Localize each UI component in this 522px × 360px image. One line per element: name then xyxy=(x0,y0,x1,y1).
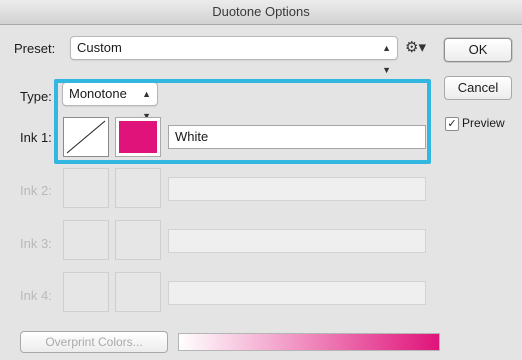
ink-4-color-box xyxy=(115,272,161,312)
gear-icon[interactable]: ⚙▾ xyxy=(405,38,426,56)
type-label: Type: xyxy=(20,89,52,104)
ink-2-name-field xyxy=(168,177,426,201)
ink-2-label: Ink 2: xyxy=(20,183,52,198)
ink-3-curve-box xyxy=(63,220,109,260)
ink-4-name-field xyxy=(168,281,426,305)
preset-label: Preset: xyxy=(14,41,56,56)
ink-1-label: Ink 1: xyxy=(20,130,52,145)
ink-2-curve-box xyxy=(63,168,109,208)
preset-value: Custom xyxy=(77,40,122,55)
highlight-box xyxy=(54,79,431,164)
window-title: Duotone Options xyxy=(0,0,522,25)
select-arrows-icon: ▲ ▼ xyxy=(382,43,391,75)
ink-3-name-field xyxy=(168,229,426,253)
ink-4-curve-box xyxy=(63,272,109,312)
ink-2-color-box xyxy=(115,168,161,208)
preset-select[interactable]: Custom ▲ ▼ xyxy=(70,36,398,75)
ink-3-label: Ink 3: xyxy=(20,236,52,251)
ink-4-label: Ink 4: xyxy=(20,288,52,303)
ink-3-color-box xyxy=(115,220,161,260)
cancel-button[interactable]: Cancel xyxy=(444,76,512,100)
ok-button[interactable]: OK xyxy=(444,38,512,62)
overprint-colors-button[interactable]: Overprint Colors... xyxy=(20,331,168,353)
preview-checkbox[interactable]: ✓ xyxy=(445,117,459,131)
preview-label: Preview xyxy=(462,116,505,130)
ramp-gradient-bar xyxy=(178,333,440,351)
